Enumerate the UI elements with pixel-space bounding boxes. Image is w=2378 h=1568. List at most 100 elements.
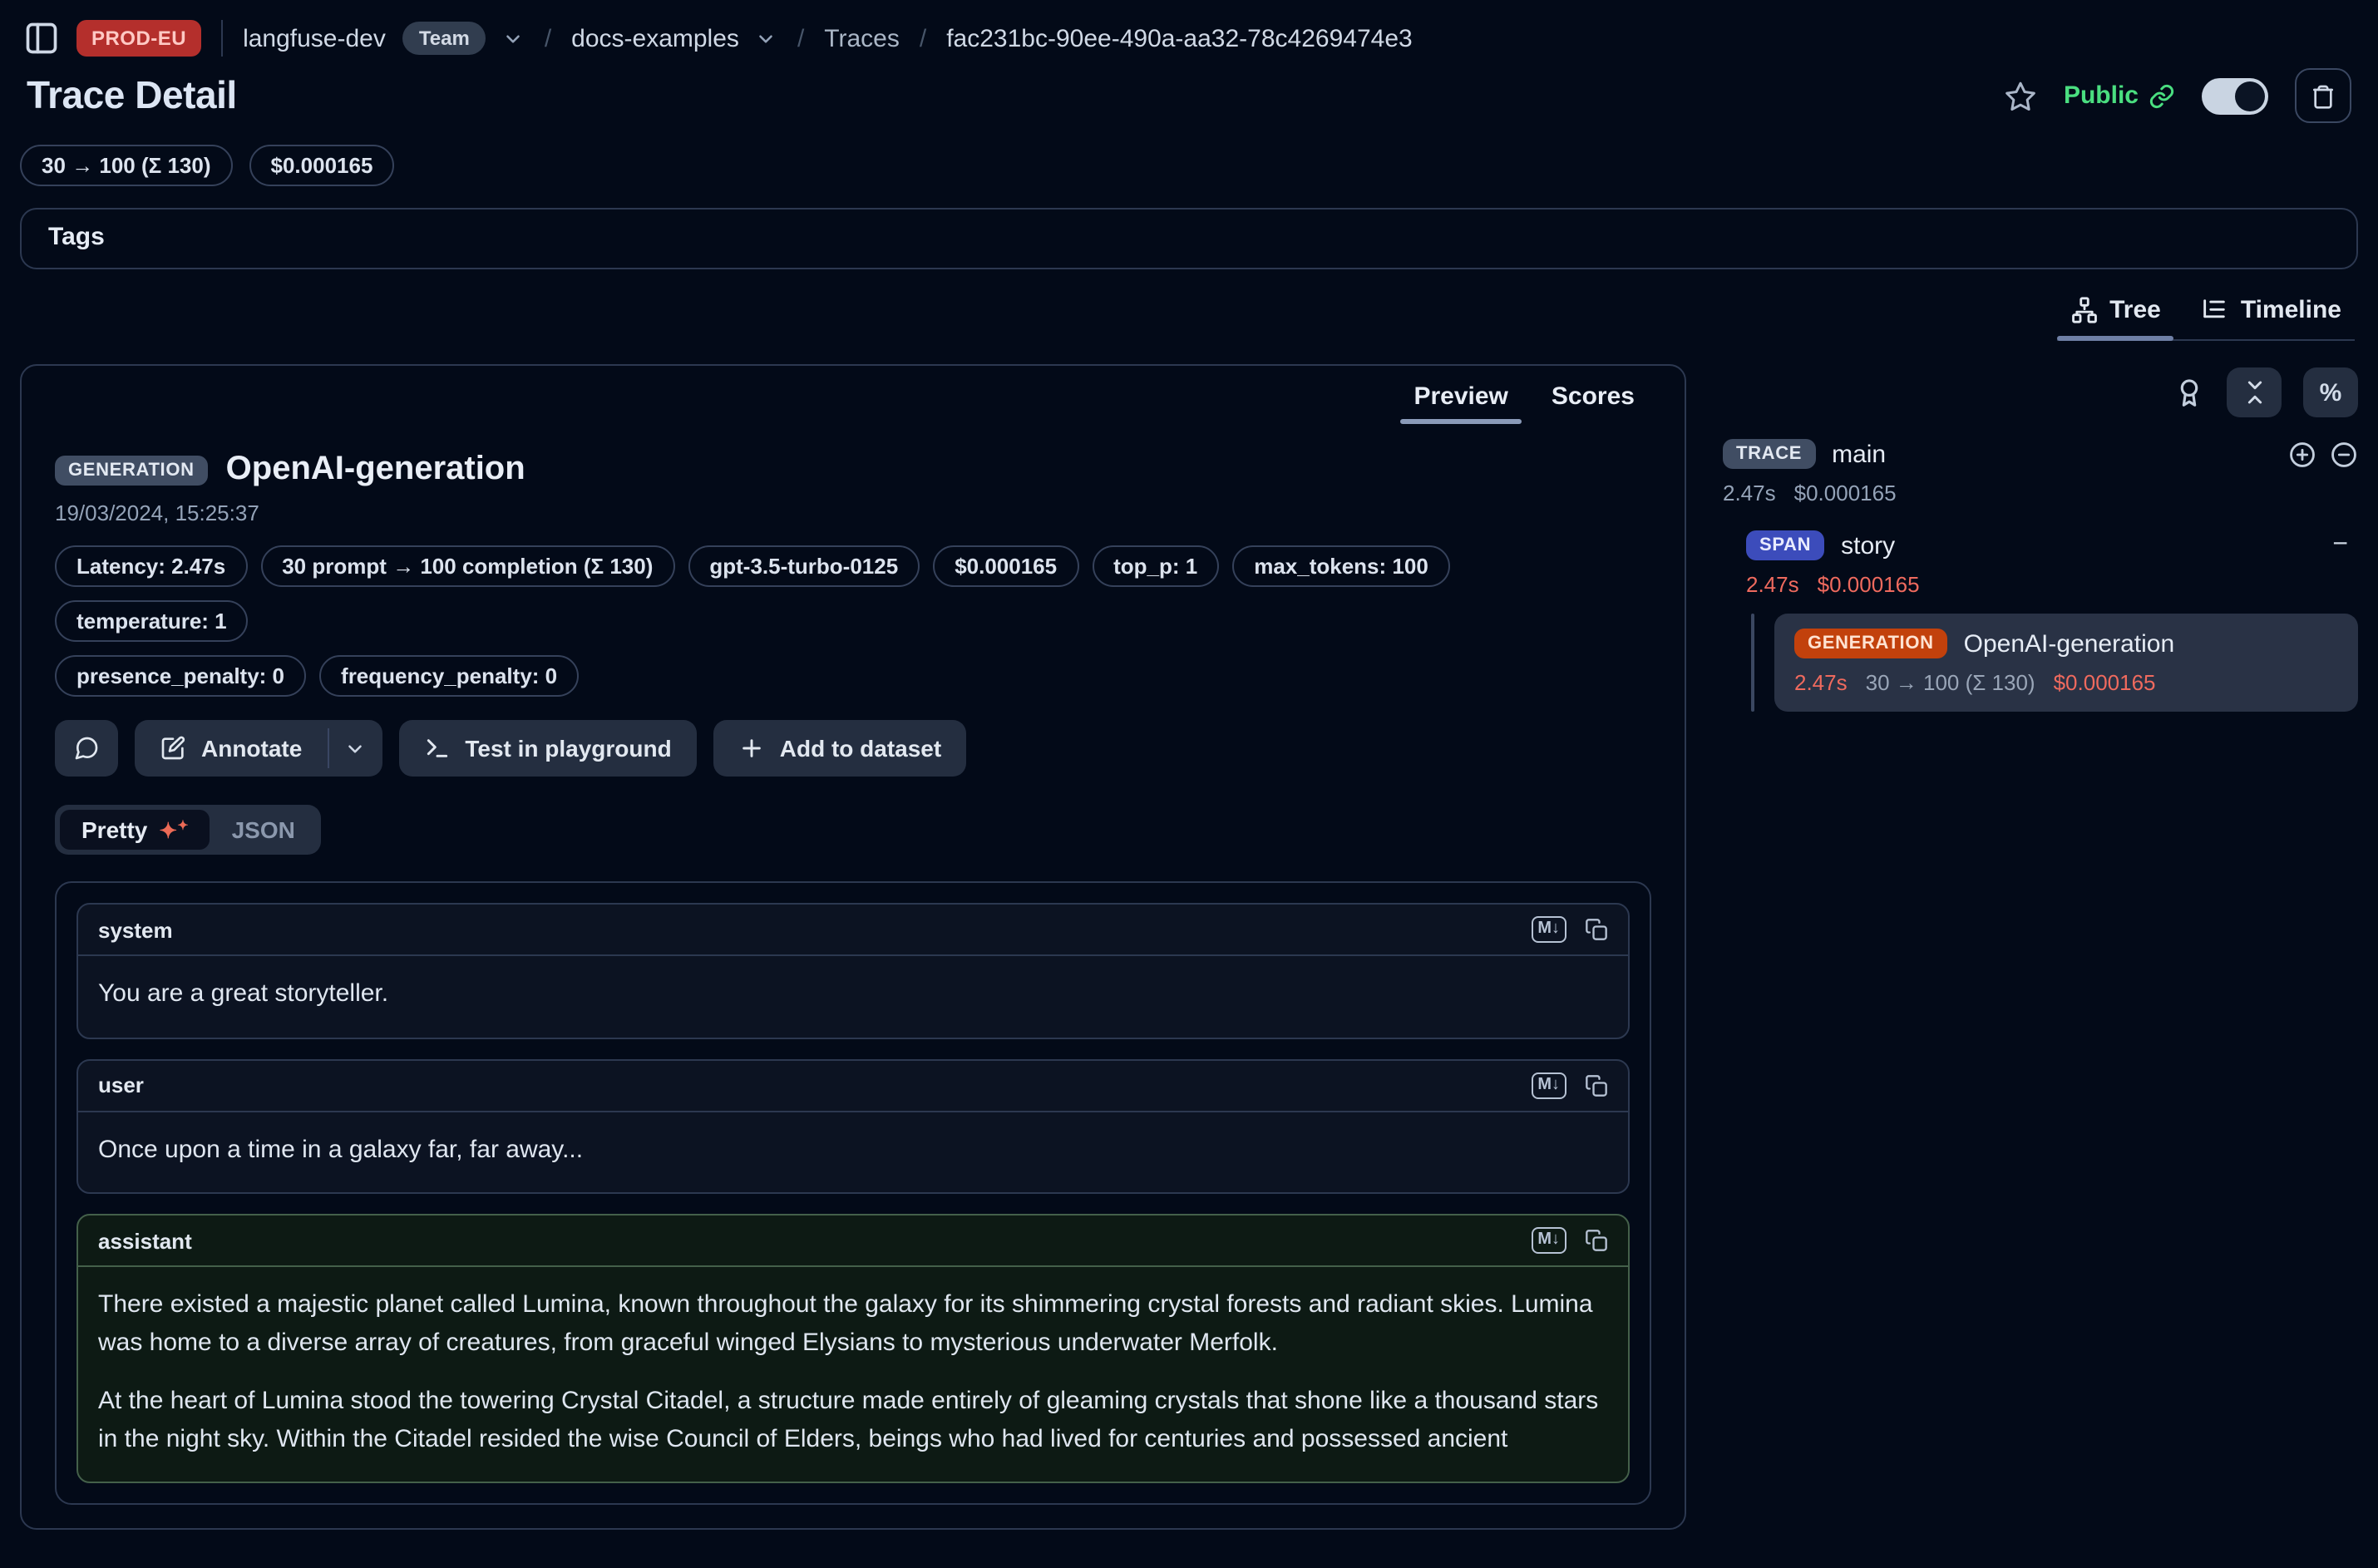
percent-icon: % bbox=[2320, 378, 2342, 407]
delete-trace-button[interactable] bbox=[2295, 68, 2351, 123]
add-to-dataset-label: Add to dataset bbox=[780, 735, 941, 762]
message-header: user M↓ bbox=[78, 1060, 1628, 1112]
generation-latency: 2.47s bbox=[1794, 670, 1848, 695]
assistant-paragraph: At the heart of Lumina stood the towerin… bbox=[98, 1383, 1608, 1458]
trace-name: main bbox=[1832, 440, 1886, 468]
top-p-pill: top_p: 1 bbox=[1092, 545, 1219, 587]
message-tools: M↓ bbox=[1531, 916, 1608, 943]
collapse-all-button[interactable] bbox=[2227, 367, 2282, 417]
comment-icon bbox=[73, 735, 100, 762]
token-usage-pill: 30 → 100 (Σ 130) bbox=[20, 145, 233, 186]
toggle-knob bbox=[2235, 81, 2265, 111]
chevron-down-icon bbox=[344, 737, 366, 759]
star-icon bbox=[2004, 79, 2037, 112]
markdown-toggle-icon[interactable]: M↓ bbox=[1531, 916, 1566, 943]
format-pretty-option[interactable]: Pretty ✦✦ bbox=[60, 810, 210, 850]
breadcrumb-trace-id: fac231bc-90ee-490a-aa32-78c4269474e3 bbox=[946, 24, 1412, 52]
user-message-block: user M↓ Once upon a time in a galaxy far… bbox=[76, 1058, 1630, 1194]
trace-type-badge: TRACE bbox=[1723, 439, 1815, 469]
plus-icon bbox=[738, 735, 765, 762]
breadcrumb-traces-link[interactable]: Traces bbox=[824, 24, 900, 52]
trace-metrics: 2.47s $0.000165 bbox=[1723, 481, 2358, 505]
tree-icon bbox=[2070, 296, 2098, 324]
span-cost: $0.000165 bbox=[1818, 572, 1920, 597]
chevron-down-icon[interactable] bbox=[756, 27, 777, 49]
title-actions: Public bbox=[2004, 68, 2351, 123]
tab-preview[interactable]: Preview bbox=[1397, 376, 1524, 424]
trace-summary: 30 → 100 (Σ 130) $0.000165 bbox=[0, 123, 2378, 186]
breadcrumb: PROD-EU langfuse-dev Team / docs-example… bbox=[0, 0, 2378, 62]
sparkles-icon: ✦✦ bbox=[159, 819, 188, 841]
comment-button[interactable] bbox=[55, 720, 118, 777]
chevrons-collapse-icon bbox=[2241, 379, 2267, 406]
format-json-option[interactable]: JSON bbox=[210, 810, 317, 850]
scores-award-button[interactable] bbox=[2173, 377, 2205, 408]
link-icon bbox=[2149, 82, 2175, 109]
chevron-down-icon[interactable] bbox=[503, 27, 525, 49]
panel-left-icon bbox=[23, 20, 60, 57]
copy-icon[interactable] bbox=[1585, 918, 1608, 941]
content-area: Preview Scores GENERATION OpenAI-generat… bbox=[20, 364, 2358, 1530]
message-header: system M↓ bbox=[78, 905, 1628, 956]
tab-tree[interactable]: Tree bbox=[2056, 293, 2174, 339]
tags-box[interactable]: Tags bbox=[20, 208, 2358, 269]
breadcrumb-project[interactable]: docs-examples bbox=[571, 24, 739, 52]
message-content: There existed a majestic planet called L… bbox=[78, 1267, 1628, 1482]
markdown-toggle-icon[interactable]: M↓ bbox=[1531, 1072, 1566, 1098]
metrics-percent-button[interactable]: % bbox=[2303, 367, 2358, 417]
page-title: Trace Detail bbox=[27, 73, 237, 118]
panel-tabs: Preview Scores bbox=[55, 366, 1651, 424]
tree-toolbar: % bbox=[1723, 367, 2358, 417]
tab-timeline-label: Timeline bbox=[2241, 296, 2341, 324]
copy-icon[interactable] bbox=[1585, 1073, 1608, 1097]
tree-generation-wrap: GENERATION OpenAI-generation 2.47s 30 → … bbox=[1751, 614, 2358, 712]
span-latency: 2.47s bbox=[1746, 572, 1799, 597]
trace-detail-page: PROD-EU langfuse-dev Team / docs-example… bbox=[0, 0, 2378, 1568]
add-to-dataset-button[interactable]: Add to dataset bbox=[713, 720, 966, 777]
breadcrumb-separator: / bbox=[916, 24, 930, 52]
zoom-in-button[interactable] bbox=[2288, 440, 2316, 468]
observation-metrics-row: Latency: 2.47s 30 prompt → 100 completio… bbox=[55, 545, 1651, 642]
title-bar: Trace Detail Public bbox=[0, 62, 2378, 123]
collapse-node-button[interactable]: − bbox=[2332, 530, 2358, 560]
observation-timestamp: 19/03/2024, 15:25:37 bbox=[55, 500, 1651, 525]
public-toggle[interactable] bbox=[2202, 77, 2268, 114]
trace-tree-panel: % TRACE main 2.47s $0.000165 SPAN bbox=[1723, 364, 2358, 712]
zoom-out-button[interactable] bbox=[2330, 440, 2358, 468]
message-content: You are a great storyteller. bbox=[78, 956, 1628, 1037]
generation-cost: $0.000165 bbox=[2054, 670, 2156, 695]
public-label: Public bbox=[2064, 81, 2139, 110]
copy-icon[interactable] bbox=[1585, 1229, 1608, 1252]
span-type-badge: SPAN bbox=[1746, 530, 1824, 560]
tab-timeline[interactable]: Timeline bbox=[2188, 293, 2355, 339]
test-in-playground-button[interactable]: Test in playground bbox=[398, 720, 696, 777]
message-role: assistant bbox=[98, 1228, 192, 1253]
action-buttons: Annotate Test in playground Add to datas… bbox=[55, 720, 1651, 777]
markdown-toggle-icon[interactable]: M↓ bbox=[1531, 1227, 1566, 1254]
system-message-block: system M↓ You are a great storyteller. bbox=[76, 903, 1630, 1038]
sidebar-toggle-button[interactable] bbox=[23, 20, 60, 57]
message-content: Once upon a time in a galaxy far, far aw… bbox=[78, 1112, 1628, 1192]
breadcrumb-separator: / bbox=[541, 24, 555, 52]
public-share-link[interactable]: Public bbox=[2064, 81, 2175, 110]
cost-pill: $0.000165 bbox=[249, 145, 395, 186]
frequency-penalty-pill: frequency_penalty: 0 bbox=[319, 655, 579, 697]
tab-scores[interactable]: Scores bbox=[1535, 376, 1651, 424]
tree-node-trace[interactable]: TRACE main bbox=[1723, 439, 2358, 469]
cost-pill: $0.000165 bbox=[933, 545, 1078, 587]
breadcrumb-org[interactable]: langfuse-dev bbox=[243, 24, 386, 52]
org-plan-badge: Team bbox=[402, 22, 486, 55]
tree-node-span[interactable]: SPAN story − bbox=[1746, 530, 2358, 560]
message-tools: M↓ bbox=[1531, 1227, 1608, 1254]
annotate-button[interactable]: Annotate bbox=[135, 720, 327, 777]
annotate-dropdown-button[interactable] bbox=[328, 720, 382, 777]
tree-node-generation-selected[interactable]: GENERATION OpenAI-generation 2.47s 30 → … bbox=[1774, 614, 2358, 712]
span-name: story bbox=[1841, 531, 1895, 560]
observation-type-badge: GENERATION bbox=[55, 455, 208, 485]
view-tabs-row: Tree Timeline bbox=[0, 269, 2378, 341]
generation-tokens: 30 → 100 (Σ 130) bbox=[1866, 670, 2035, 695]
pretty-label: Pretty bbox=[81, 816, 147, 843]
award-icon bbox=[2173, 377, 2205, 408]
bookmark-star-button[interactable] bbox=[2004, 79, 2037, 112]
presence-penalty-pill: presence_penalty: 0 bbox=[55, 655, 306, 697]
